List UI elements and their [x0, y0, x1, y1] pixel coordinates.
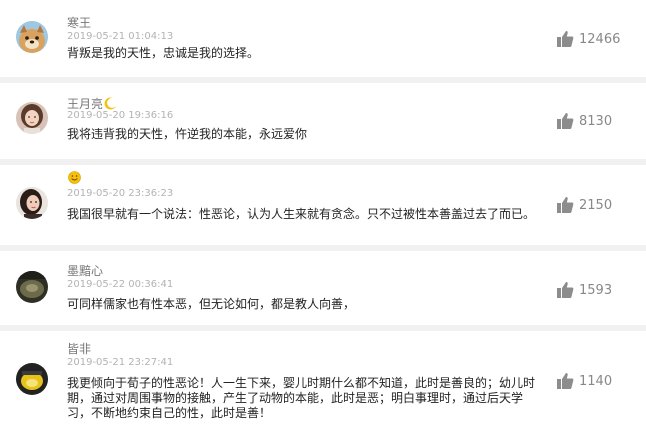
username[interactable]: 皆非: [67, 340, 91, 357]
thumbs-up-icon: [557, 113, 574, 129]
like-count: 1593: [579, 282, 613, 298]
timestamp: 2019-05-22 00:36:41: [67, 279, 174, 290]
username[interactable]: 寒王: [67, 14, 91, 31]
like-button[interactable]: 8130: [556, 112, 612, 130]
avatar[interactable]: [16, 271, 48, 303]
username-text: 王月亮: [67, 97, 104, 111]
timestamp: 2019-05-21 23:27:41: [67, 357, 174, 368]
comment-item: 墨黯心 2019-05-22 00:36:41 可同样儒家也有性本恶，但无论如何…: [0, 251, 646, 325]
smiley-face-icon: [68, 171, 81, 187]
comment-text: 我将违背我的天性，忤逆我的本能，永远爱你: [67, 127, 308, 141]
username[interactable]: 墨黯心: [67, 262, 103, 279]
like-button[interactable]: 1140: [556, 372, 612, 390]
timestamp: 2019-05-20 23:36:23: [67, 188, 174, 199]
comment-text: 可同样儒家也有性本恶，但无论如何，都是教人向善，: [67, 297, 356, 311]
comment-text: 背叛是我的天性，忠诚是我的选择。: [67, 46, 260, 60]
like-button[interactable]: 12466: [556, 30, 620, 48]
woman-avatar-icon: [16, 187, 48, 219]
like-button[interactable]: 2150: [556, 196, 612, 214]
thumbs-up-icon: [557, 31, 574, 47]
comment-item: 2019-05-20 23:36:23 我国很早就有一个说法：性恶论，认为人生来…: [0, 165, 646, 245]
girl-avatar-icon: [16, 102, 48, 134]
comment-text: 我国很早就有一个说法：性恶论，认为人生来就有贪念。只不过被性本善盖过去了而已。: [67, 207, 536, 221]
comment-item: 寒王 2019-05-21 01:04:13 背叛是我的天性，忠诚是我的选择。 …: [0, 0, 646, 77]
comment-item: 王月亮 2019-05-20 19:36:16 我将违背我的天性，忤逆我的本能，…: [0, 83, 646, 159]
like-count: 2150: [579, 197, 613, 213]
like-count: 12466: [579, 31, 621, 47]
thumbs-up-icon: [557, 282, 574, 298]
like-button[interactable]: 1593: [556, 281, 612, 299]
comment-item: 皆非 2019-05-21 23:27:41 我更倾向于荀子的性恶论！人一生下来…: [0, 331, 646, 430]
like-count: 1140: [579, 373, 613, 389]
thumbs-up-icon: [557, 373, 574, 389]
username[interactable]: [67, 171, 81, 187]
comment-list: 寒王 2019-05-21 01:04:13 背叛是我的天性，忠诚是我的选择。 …: [0, 0, 646, 430]
timestamp: 2019-05-20 19:36:16: [67, 110, 174, 121]
timestamp: 2019-05-21 01:04:13: [67, 31, 174, 42]
comment-text: 我更倾向于荀子的性恶论！人一生下来，婴儿时期什么都不知道，此时是善良的；幼儿时期…: [67, 376, 536, 420]
avatar[interactable]: [16, 187, 48, 219]
dog-avatar-icon: [16, 21, 48, 53]
like-count: 8130: [579, 113, 613, 129]
thumbs-up-icon: [557, 197, 574, 213]
dark-avatar-icon: [16, 271, 48, 303]
yellow-avatar-icon: [16, 363, 48, 395]
avatar[interactable]: [16, 102, 48, 134]
avatar[interactable]: [16, 21, 48, 53]
avatar[interactable]: [16, 363, 48, 395]
